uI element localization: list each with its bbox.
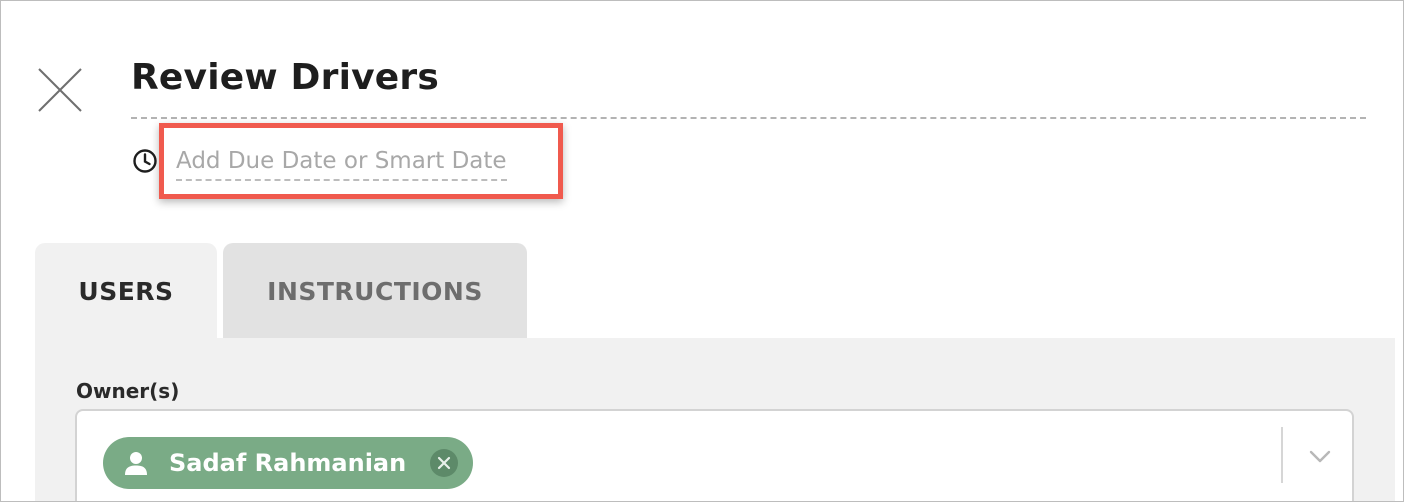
task-title[interactable]: Review Drivers: [131, 55, 439, 101]
close-icon: [38, 68, 82, 112]
chevron-down-icon[interactable]: [1307, 443, 1333, 469]
due-date-field[interactable]: Add Due Date or Smart Date: [159, 123, 563, 199]
tab-instructions-label: INSTRUCTIONS: [267, 276, 483, 306]
clock-icon: [133, 149, 157, 173]
close-button[interactable]: [37, 67, 83, 113]
select-divider: [1281, 427, 1283, 483]
owners-label: Owner(s): [76, 379, 180, 403]
task-dialog: Review Drivers Add Due Date or Smart Dat…: [0, 0, 1404, 502]
due-date-placeholder[interactable]: Add Due Date or Smart Date: [176, 148, 507, 181]
tab-instructions[interactable]: INSTRUCTIONS: [223, 243, 527, 339]
owner-chip[interactable]: Sadaf Rahmanian: [103, 437, 473, 489]
tab-users[interactable]: USERS: [35, 243, 217, 339]
user-icon: [125, 452, 147, 475]
owner-chip-name: Sadaf Rahmanian: [169, 449, 407, 477]
tab-users-label: USERS: [78, 276, 174, 306]
remove-circle-icon[interactable]: [429, 448, 459, 478]
owners-select[interactable]: Sadaf Rahmanian: [75, 409, 1354, 501]
title-underline: [131, 117, 1366, 119]
